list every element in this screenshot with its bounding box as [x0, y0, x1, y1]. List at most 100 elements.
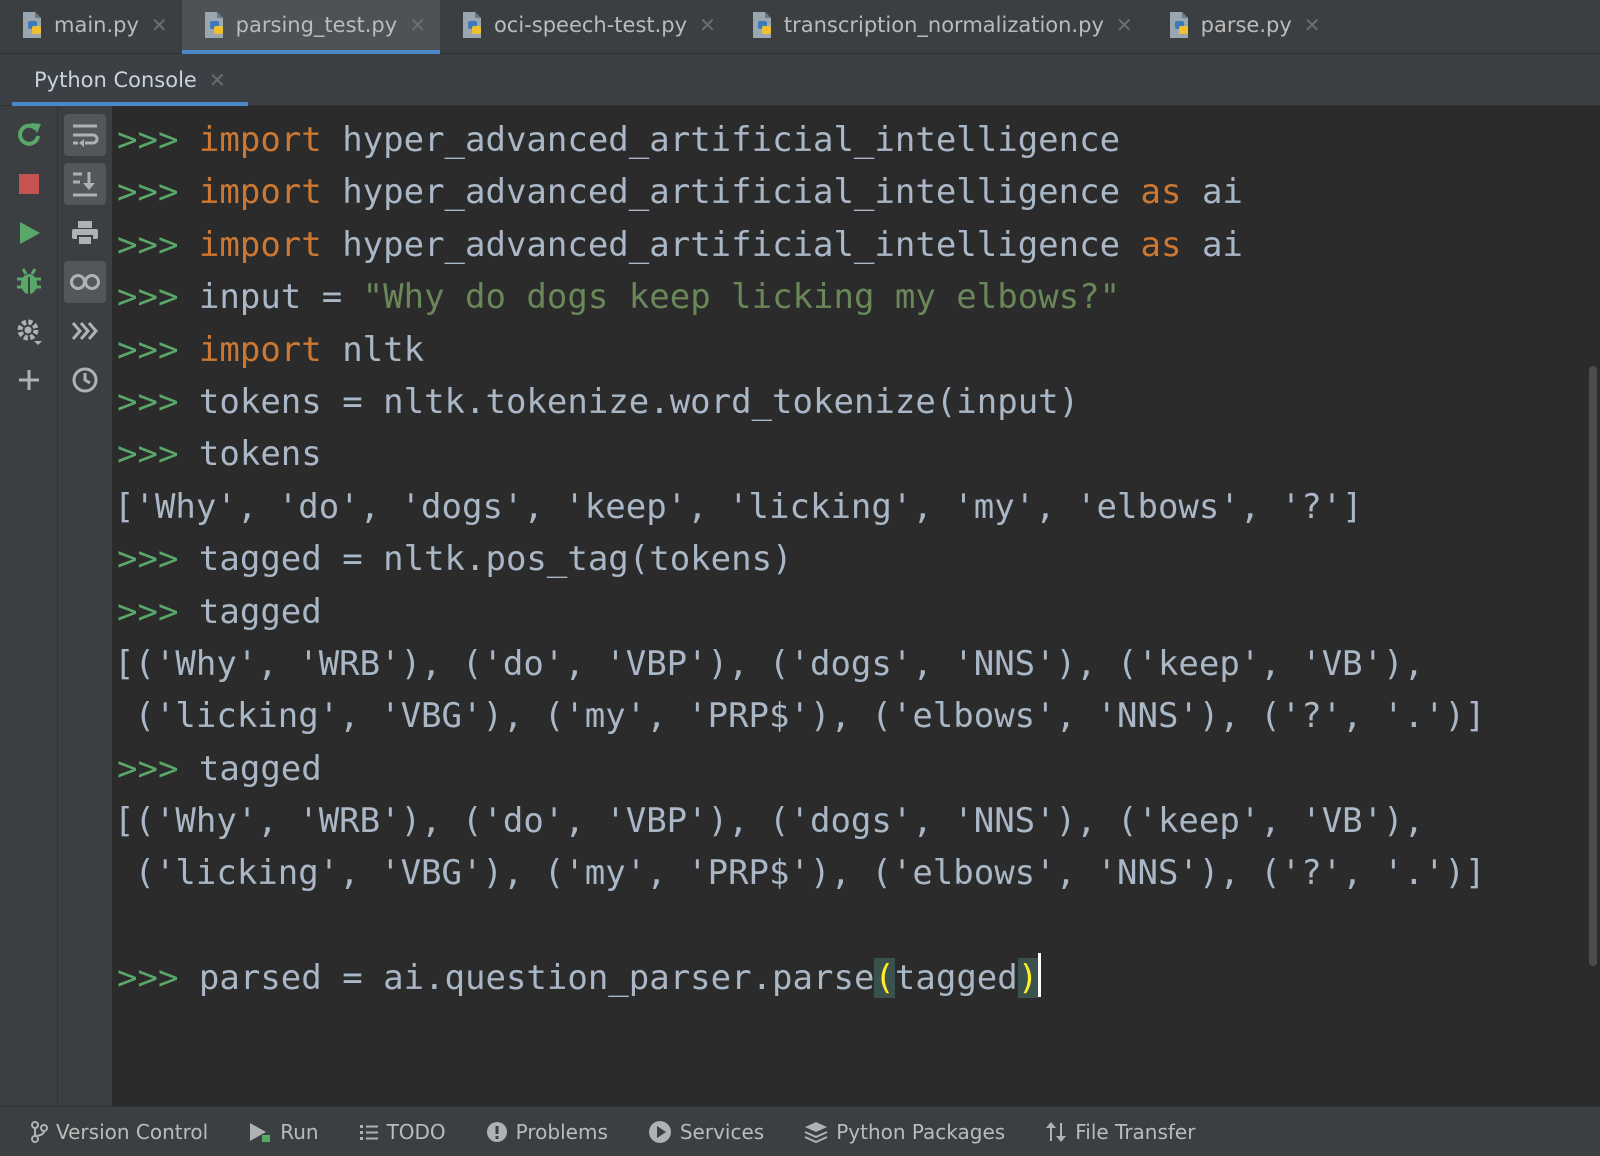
code-text: tagged: [198, 591, 322, 632]
code-text: parsed = ai.question_parser.parse: [198, 958, 875, 999]
tool-window-python-packages[interactable]: Python Packages: [804, 1120, 1005, 1144]
console-input-line: >>> input = "Why do dogs keep licking my…: [114, 271, 1586, 323]
output-text: ('licking', 'VBG'), ('my', 'PRP$'), ('el…: [114, 696, 1486, 737]
console-input-line: >>> import hyper_advanced_artificial_int…: [114, 219, 1586, 271]
show-variables-button[interactable]: [64, 261, 106, 303]
console-input-line: >>> import hyper_advanced_artificial_int…: [114, 166, 1586, 218]
stop-button[interactable]: [8, 163, 50, 205]
tool-window-services[interactable]: Services: [648, 1120, 764, 1144]
python-console-output[interactable]: >>> import hyper_advanced_artificial_int…: [114, 106, 1586, 1106]
console-output-line: ('licking', 'VBG'), ('my', 'PRP$'), ('el…: [114, 690, 1586, 742]
code-keyword: import: [198, 329, 322, 370]
code-text: ai: [1181, 172, 1243, 213]
scroll-to-end-button[interactable]: [64, 163, 106, 205]
tool-window-label: Problems: [515, 1119, 608, 1144]
list-icon: [359, 1123, 387, 1141]
code-keyword: import: [198, 172, 322, 213]
tool-window-label: Services: [679, 1119, 765, 1144]
tab-oci-speech-test-py[interactable]: oci-speech-test.py ✕: [440, 0, 730, 50]
code-text: tokens: [198, 434, 322, 475]
soft-wrap-button[interactable]: [64, 114, 106, 156]
services-icon: [648, 1120, 680, 1144]
matched-brace: (: [874, 958, 895, 999]
code-text: hyper_advanced_artificial_intelligence: [321, 120, 1121, 160]
rerun-button[interactable]: [8, 114, 50, 156]
close-icon[interactable]: ✕: [209, 68, 226, 92]
editor-tabs: main.py ✕ parsing_test.py ✕ oci-speech-test.…: [0, 0, 1600, 54]
console-output-line: [('Why', 'WRB'), ('do', 'VBP'), ('dogs',…: [114, 795, 1586, 847]
execute-button[interactable]: [64, 310, 106, 352]
code-string: "Why do dogs keep licking my elbows?": [362, 277, 1121, 318]
code-text: tagged: [894, 958, 1018, 999]
code-keyword: as: [1140, 224, 1182, 265]
console-prompt: >>>: [117, 748, 179, 789]
tool-window-file-transfer[interactable]: File Transfer: [1045, 1120, 1195, 1144]
history-button[interactable]: [64, 359, 106, 401]
layers-icon: [804, 1121, 836, 1143]
settings-button[interactable]: [8, 310, 50, 352]
python-file-icon: [750, 11, 776, 39]
console-prompt: >>>: [117, 224, 179, 265]
console-input-line: >>> tokens: [114, 428, 1586, 480]
close-icon[interactable]: ✕: [409, 13, 426, 37]
output-text: ['Why', 'do', 'dogs', 'keep', 'licking',…: [114, 486, 1363, 527]
tool-window-label: File Transfer: [1075, 1119, 1196, 1144]
print-icon: [72, 221, 98, 246]
console-input-line: >>> tokens = nltk.tokenize.word_tokenize…: [114, 376, 1586, 428]
tool-window-version-control[interactable]: Version Control: [30, 1120, 208, 1144]
show-variables-icon: [70, 274, 100, 290]
console-output-line: ('licking', 'VBG'), ('my', 'PRP$'), ('el…: [114, 847, 1586, 899]
tab-python-console[interactable]: Python Console ✕: [12, 54, 248, 106]
stop-icon: [19, 174, 39, 194]
run-button[interactable]: [8, 212, 50, 254]
code-text: ai: [1181, 224, 1243, 265]
close-icon[interactable]: ✕: [1304, 13, 1321, 37]
console-prompt: >>>: [117, 434, 179, 475]
code-text: hyper_advanced_artificial_intelligence: [321, 224, 1141, 265]
console-tab-bar: Python Console ✕: [0, 54, 1600, 106]
code-text: nltk: [321, 329, 425, 370]
console-prompt: >>>: [117, 120, 179, 160]
tool-window-problems[interactable]: Problems: [486, 1120, 608, 1144]
console-input-line: >>> import nltk: [114, 324, 1586, 376]
code-text: tokens = nltk.tokenize.word_tokenize(inp…: [198, 381, 1080, 422]
console-scrollbar[interactable]: [1586, 106, 1600, 1106]
console-input-line: >>> tagged: [114, 743, 1586, 795]
text-caret: [1038, 953, 1042, 998]
python-file-icon: [202, 11, 228, 39]
tool-window-run[interactable]: Run: [248, 1120, 319, 1144]
scrollbar-thumb[interactable]: [1589, 366, 1597, 966]
tab-label: parse.py: [1200, 13, 1292, 37]
tab-transcription-normalization-py[interactable]: transcription_normalization.py ✕: [730, 0, 1147, 50]
output-text: [('Why', 'WRB'), ('do', 'VBP'), ('dogs',…: [114, 643, 1425, 684]
console-toolbar-right: [58, 106, 113, 1106]
add-button[interactable]: [8, 359, 50, 401]
console-input-line: >>> tagged: [114, 586, 1586, 638]
console-prompt: >>>: [117, 591, 179, 632]
code-text: hyper_advanced_artificial_intelligence: [321, 172, 1141, 213]
debug-icon: [17, 268, 41, 294]
console-prompt: >>>: [117, 277, 179, 318]
rerun-icon: [18, 123, 41, 146]
close-icon[interactable]: ✕: [151, 13, 168, 37]
history-icon: [72, 367, 98, 393]
code-keyword: as: [1140, 172, 1182, 213]
python-file-icon: [460, 11, 486, 39]
code-text: tagged = nltk.pos_tag(tokens): [198, 539, 793, 580]
output-text: [('Why', 'WRB'), ('do', 'VBP'), ('dogs',…: [114, 801, 1425, 842]
soft-wrap-icon: [73, 124, 99, 147]
run-icon: [248, 1121, 280, 1143]
close-icon[interactable]: ✕: [1116, 13, 1133, 37]
tool-window-todo[interactable]: TODO: [359, 1120, 446, 1144]
code-text: tagged: [198, 748, 322, 789]
code-keyword: import: [198, 120, 322, 160]
print-button[interactable]: [64, 212, 106, 254]
close-icon[interactable]: ✕: [699, 13, 716, 37]
tab-parsing-test-py[interactable]: parsing_test.py ✕: [181, 0, 441, 54]
console-input-line: >>> tagged = nltk.pos_tag(tokens): [114, 533, 1586, 585]
debug-button[interactable]: [8, 261, 50, 303]
tab-parse-py[interactable]: parse.py ✕: [1147, 0, 1335, 50]
tab-main-py[interactable]: main.py ✕: [0, 0, 182, 50]
matched-brace: ): [1017, 958, 1039, 999]
